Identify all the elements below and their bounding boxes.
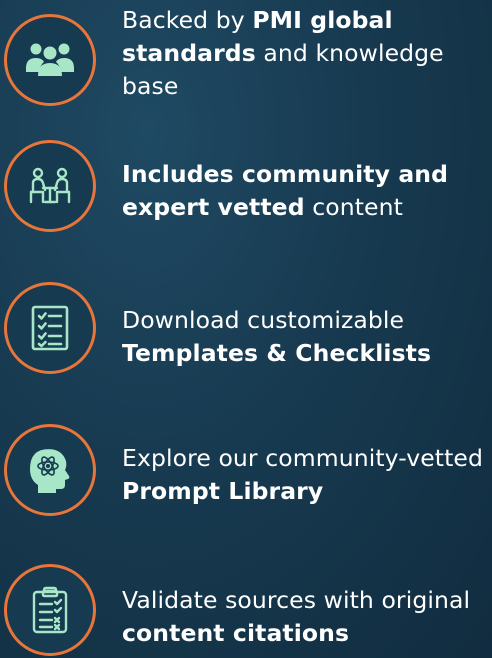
- meeting-table-icon: [29, 167, 71, 204]
- feature-text: Explore our community-vetted Prompt Libr…: [122, 442, 488, 508]
- feature-text: Includes community and expert vetted con…: [122, 158, 488, 224]
- head-atom-icon: [30, 449, 70, 493]
- feature-text-post: content: [304, 193, 403, 221]
- feature-icon-circle: [4, 424, 96, 516]
- feature-text-pre: Explore our community-vetted: [122, 444, 483, 472]
- feature-icon-circle: [4, 282, 96, 374]
- feature-text: Download customizable Templates & Checkl…: [122, 304, 488, 370]
- feature-text-pre: Validate sources with original: [122, 586, 471, 614]
- feature-text: Validate sources with original content c…: [122, 584, 488, 650]
- feature-text-bold: content citations: [122, 619, 350, 647]
- feature-icon-circle: [4, 564, 96, 656]
- checklist-icon: [31, 305, 69, 351]
- feature-icon-circle: [4, 140, 96, 232]
- feature-text-pre: Download customizable: [122, 306, 405, 334]
- feature-item-citations: Validate sources with original content c…: [0, 0, 492, 656]
- clipboard-checklist-icon: [32, 586, 68, 634]
- feature-text-bold: Templates & Checklists: [122, 339, 432, 367]
- feature-text-bold: Prompt Library: [122, 477, 324, 505]
